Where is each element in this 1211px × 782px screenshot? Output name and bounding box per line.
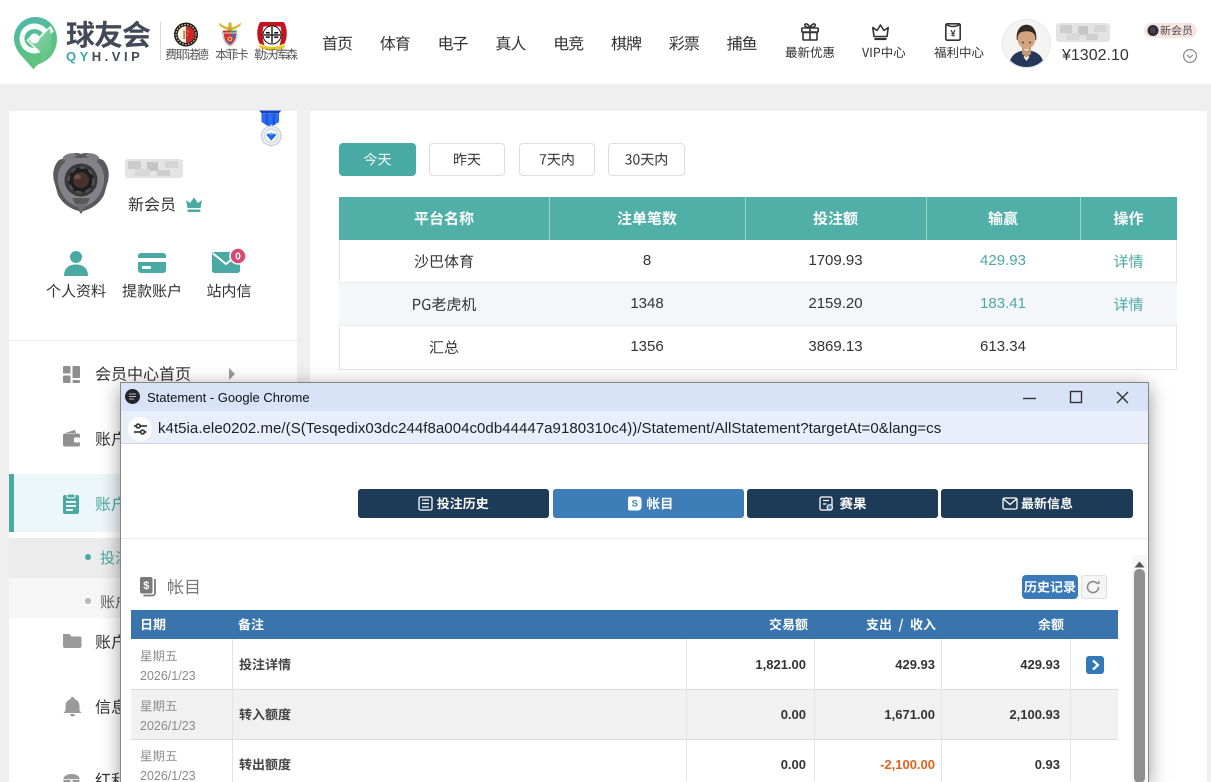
- svg-text:$: $: [143, 580, 149, 592]
- svg-text:S: S: [632, 499, 638, 510]
